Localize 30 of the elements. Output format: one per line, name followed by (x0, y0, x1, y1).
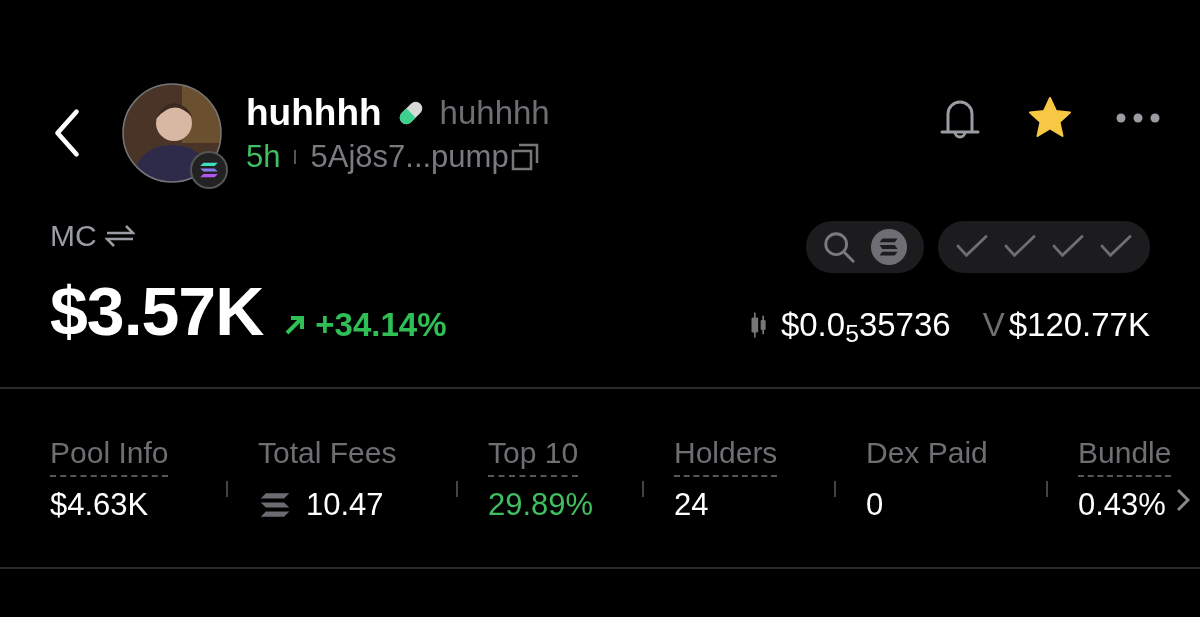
market-cap-label: MC (50, 221, 97, 251)
volume-value: $120.77K (1008, 308, 1150, 341)
token-name: huhhhh (246, 94, 382, 131)
token-symbol: huhhhh (439, 96, 550, 129)
copy-icon[interactable] (510, 142, 539, 171)
stat-value: 29.89% (488, 489, 594, 520)
stat-label: Total Fees (258, 435, 397, 471)
stat-value: 24 (674, 489, 709, 520)
token-price: $0.0$_{5}$35736 (780, 308, 951, 341)
solana-icon[interactable] (870, 228, 908, 266)
market-cap-value: $3.57K (50, 277, 264, 345)
stat-label[interactable]: Top 10 (488, 433, 579, 477)
stat-value: 10.47 (306, 489, 384, 520)
stat-value: 0 (866, 489, 884, 520)
stat-label[interactable]: Holders (674, 433, 778, 477)
chain-badge (190, 151, 228, 189)
solana-icon (258, 491, 292, 518)
token-age: 5h (246, 141, 281, 172)
search-icon[interactable] (822, 230, 856, 264)
stat-label: Dex Paid (866, 435, 988, 471)
more-icon[interactable] (1116, 112, 1160, 124)
price-change: +34.14% (315, 308, 447, 341)
stat-value: 0.43% (1078, 489, 1166, 520)
stat-value: $4.63K (50, 489, 149, 520)
stat-label[interactable]: Pool Info (50, 433, 169, 477)
swap-icon[interactable] (104, 224, 135, 248)
stat-label[interactable]: Bundle (1078, 433, 1172, 477)
chevron-right-icon[interactable] (1176, 488, 1190, 512)
contract-address[interactable]: 5Aj8s7...pump (310, 141, 509, 172)
volume-label: V (982, 308, 1005, 341)
